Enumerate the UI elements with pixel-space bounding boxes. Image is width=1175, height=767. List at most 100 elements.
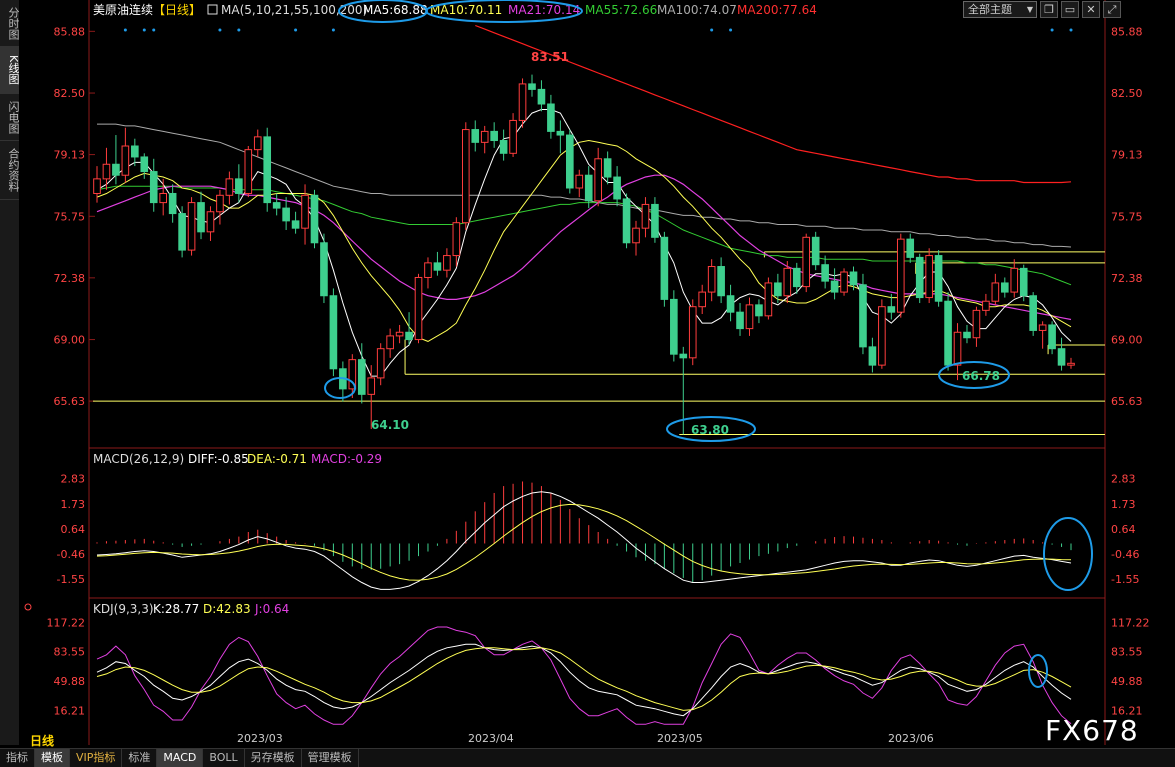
candle-body bbox=[934, 255, 943, 302]
candle-body bbox=[953, 331, 962, 366]
candle-body bbox=[688, 306, 697, 359]
tab-standard[interactable]: 标准 bbox=[122, 749, 158, 767]
candle-body bbox=[528, 83, 536, 90]
macd-tick-left: -1.55 bbox=[57, 573, 85, 586]
candle-body bbox=[282, 207, 290, 222]
macd-tick-left: 1.73 bbox=[61, 498, 86, 511]
candle-body bbox=[774, 282, 782, 297]
signal-dot bbox=[331, 28, 335, 32]
tab-macd[interactable]: MACD bbox=[157, 749, 204, 767]
tab-lightning[interactable]: 闪电图 bbox=[0, 94, 20, 141]
kdj-tick-left: 117.22 bbox=[47, 616, 86, 629]
candle-body bbox=[547, 103, 555, 132]
tab-template[interactable]: 模板 bbox=[35, 749, 70, 767]
kdj-tick-right: 49.88 bbox=[1111, 675, 1143, 688]
price-tick-right: 69.00 bbox=[1111, 334, 1143, 347]
candle-body bbox=[849, 271, 858, 286]
date-label-apr: 2023/04 bbox=[468, 732, 514, 745]
day-period-button[interactable]: 日线 bbox=[30, 732, 54, 749]
candle-body bbox=[235, 178, 243, 194]
window-grid-icon[interactable]: ▭ bbox=[1061, 1, 1079, 18]
theme-select[interactable]: 全部主题 ▼ bbox=[963, 1, 1037, 18]
tab-indicator[interactable]: 指标 bbox=[0, 749, 35, 767]
restore-window-icon[interactable]: ❐ bbox=[1040, 1, 1058, 18]
candle-body bbox=[1048, 324, 1056, 350]
candle-body bbox=[329, 295, 338, 370]
date-label-jun: 2023/06 bbox=[888, 732, 934, 745]
candle-body bbox=[102, 163, 111, 180]
candle-body bbox=[603, 158, 612, 178]
candle-body bbox=[594, 158, 602, 202]
kline-chart[interactable]: 美原油连续 【日线】 MA(5,10,21,55,100,200) MA5:68… bbox=[19, 0, 1175, 748]
candle-body bbox=[566, 134, 574, 189]
candle-body bbox=[868, 346, 877, 366]
candle-body bbox=[575, 174, 584, 189]
candle-body bbox=[140, 156, 149, 173]
candle-body bbox=[1000, 282, 1009, 293]
theme-select-value: 全部主题 bbox=[968, 3, 1012, 16]
candle-body bbox=[187, 202, 196, 251]
candle-body bbox=[736, 311, 744, 330]
price-tick-left: 69.00 bbox=[54, 334, 86, 347]
candle-body bbox=[811, 236, 820, 266]
kdj-tick-right: 117.22 bbox=[1111, 616, 1150, 629]
candle-body bbox=[414, 276, 423, 341]
tab-save-template[interactable]: 另存模板 bbox=[245, 749, 302, 767]
candle-body bbox=[1057, 348, 1066, 366]
candle-body bbox=[112, 163, 120, 176]
candle-body bbox=[149, 171, 158, 204]
candle-body bbox=[291, 220, 300, 229]
date-label-mar: 2023/03 bbox=[237, 732, 283, 745]
tab-manage-template[interactable]: 管理模板 bbox=[302, 749, 359, 767]
tab-boll[interactable]: BOLL bbox=[203, 749, 245, 767]
candle-body bbox=[622, 198, 631, 244]
candle-body bbox=[963, 331, 971, 339]
tab-contract-info[interactable]: 合约资料 bbox=[0, 141, 20, 200]
candle-body bbox=[424, 262, 432, 278]
tab-kline[interactable]: K线图 bbox=[0, 47, 20, 94]
price-tick-left: 65.63 bbox=[54, 395, 86, 408]
candle-body bbox=[896, 238, 905, 313]
candle-body bbox=[320, 242, 328, 297]
candle-body bbox=[707, 266, 716, 293]
candle-body bbox=[301, 194, 309, 229]
bottom-toolbar: 指标 模板 VIP指标 标准 MACD BOLL 另存模板 管理模板 bbox=[0, 748, 1175, 767]
price-tick-right: 65.63 bbox=[1111, 395, 1143, 408]
candle-body bbox=[471, 129, 480, 143]
price-tick-left: 82.50 bbox=[54, 87, 86, 100]
candle-body bbox=[726, 295, 735, 313]
left-view-tabs: 分时图 K线图 闪电图 合约资料 bbox=[0, 0, 20, 745]
candle-body bbox=[121, 145, 130, 176]
candle-body bbox=[1019, 267, 1028, 297]
candle-body bbox=[206, 211, 215, 233]
candle-body bbox=[499, 140, 508, 154]
kdj-tick-left: 83.55 bbox=[54, 646, 86, 659]
tab-timeshare[interactable]: 分时图 bbox=[0, 0, 20, 47]
close-window-icon[interactable]: ✕ bbox=[1082, 1, 1100, 18]
candle-body bbox=[717, 266, 725, 297]
macd-tick-right: -0.46 bbox=[1111, 548, 1139, 561]
price-tick-left: 85.88 bbox=[54, 25, 86, 38]
candle-body bbox=[679, 353, 688, 359]
price-tick-right: 75.75 bbox=[1111, 210, 1143, 223]
candle-body bbox=[1067, 362, 1075, 366]
candle-body bbox=[1038, 324, 1047, 331]
candle-body bbox=[556, 130, 565, 136]
candle-body bbox=[925, 255, 933, 299]
candle-body bbox=[159, 192, 168, 204]
kdj-tick-left: 16.21 bbox=[54, 704, 86, 717]
macd-tick-right: -1.55 bbox=[1111, 573, 1139, 586]
tab-vip-indicator[interactable]: VIP指标 bbox=[70, 749, 123, 767]
date-label-may: 2023/05 bbox=[657, 732, 703, 745]
expand-icon[interactable]: ⤢ bbox=[1103, 1, 1121, 18]
candle-body bbox=[272, 202, 281, 209]
watermark-logo: FX678 bbox=[1045, 714, 1139, 747]
candle-body bbox=[944, 300, 952, 366]
candle-body bbox=[887, 306, 896, 313]
annotation-low-1: 64.10 bbox=[371, 418, 409, 432]
signal-dot bbox=[142, 28, 146, 32]
annotation-low-2: 63.80 bbox=[691, 423, 729, 437]
signal-dot bbox=[729, 28, 733, 32]
candle-body bbox=[830, 280, 839, 293]
candle-body bbox=[802, 236, 811, 288]
